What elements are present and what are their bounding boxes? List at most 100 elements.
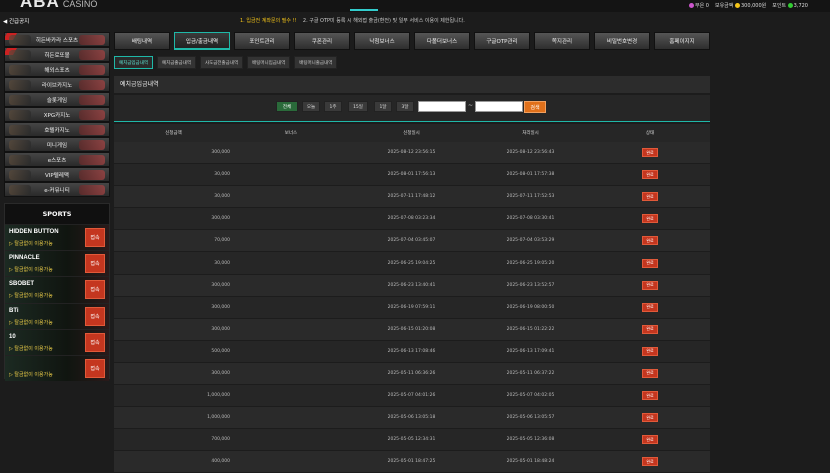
- tab-6[interactable]: 구글OTP관리: [474, 32, 530, 50]
- status-badge: 완료: [642, 302, 658, 312]
- cell-bonus: [233, 385, 352, 406]
- status-badge: 완료: [642, 280, 658, 290]
- tab-2[interactable]: 포인트관리: [234, 32, 290, 50]
- cell-bonus: [233, 275, 352, 296]
- table-row: 300,000 2025-06-15 01:20:08 2025-06-15 01:…: [114, 318, 710, 341]
- cell-process-time: 2025-05-01 18:48:24: [506, 459, 555, 465]
- col-status: 상태: [645, 131, 655, 136]
- filter-1week-button[interactable]: 1주: [324, 101, 342, 112]
- points[interactable]: 포인트 3,720: [772, 2, 808, 9]
- sidebar-item-0[interactable]: 히든바카라 스포츠: [4, 32, 110, 47]
- cell-request-time: 2025-05-07 04:01:26: [387, 393, 436, 399]
- filter-bar: 전체 오늘 1주 15일 1달 3달 ~ 검색: [114, 95, 710, 122]
- notice-bar: ◀ 긴급공지 1. 입금전 계좌문의 필수 !! 2. 구글 OTP미 등록 시…: [0, 15, 830, 28]
- cell-amount: 300,000: [211, 304, 230, 310]
- table-row: 300,000 2025-07-08 03:23:34 2025-07-08 03:…: [114, 208, 710, 231]
- sport-provider-row: PINNACLE ▷ 탈금없이 이용가능 접속: [5, 250, 109, 277]
- tab-0[interactable]: 배팅내역: [114, 32, 170, 50]
- sidebar-item-label: VIP텔레맥: [45, 172, 69, 179]
- tab-7[interactable]: 쪽지관리: [534, 32, 590, 50]
- sidebar-item-3[interactable]: 라이브카지노: [4, 77, 110, 92]
- sidebar-item-2[interactable]: 해외스포츠: [4, 62, 110, 77]
- subtab-3[interactable]: 배팅머니입금내역: [247, 56, 291, 69]
- cell-process-time: 2025-07-11 17:52:53: [506, 194, 555, 200]
- cell-amount: 30,000: [214, 172, 230, 178]
- sidebar-item-5[interactable]: XPG카지노: [4, 107, 110, 122]
- tab-1[interactable]: 입금/출금내역: [174, 32, 230, 50]
- status-badge: 완료: [642, 368, 658, 378]
- connect-button[interactable]: 접속: [85, 332, 105, 352]
- cell-process-time: 2025-05-06 13:05:57: [506, 415, 555, 421]
- filter-today-button[interactable]: 오늘: [302, 101, 320, 112]
- cell-process-time: 2025-05-05 12:36:08: [506, 437, 555, 443]
- provider-note: ▷ 탈금없이 이용가능: [9, 293, 53, 300]
- connect-button[interactable]: 접속: [85, 254, 105, 274]
- cell-request-time: 2025-06-23 13:40:41: [387, 282, 436, 288]
- sidebar-item-1[interactable]: 히든로또볼: [4, 47, 110, 62]
- cell-amount: 300,000: [211, 216, 230, 222]
- cell-status: 완료: [590, 363, 710, 384]
- table-row: 400,000 2025-05-01 18:47:25 2025-05-01 18:…: [114, 451, 710, 473]
- provider-note: ▷ 탈금없이 이용가능: [9, 345, 53, 352]
- balance[interactable]: 보유금액 300,000원: [715, 2, 766, 9]
- item-thumbnail-right: [79, 35, 105, 45]
- status-badge: 완료: [642, 258, 658, 268]
- cell-bonus: [233, 142, 352, 163]
- item-thumbnail-left: [9, 155, 31, 165]
- tab-4[interactable]: 낙첨보너스: [354, 32, 410, 50]
- filter-1month-button[interactable]: 1달: [374, 101, 392, 112]
- tab-9[interactable]: 홈페이지지: [654, 32, 710, 50]
- cell-status: 완료: [590, 385, 710, 406]
- tab-8[interactable]: 비밀번호변경: [594, 32, 650, 50]
- cell-status: 완료: [590, 451, 710, 472]
- sidebar-item-10[interactable]: e-커뮤니티: [4, 182, 110, 197]
- site-logo[interactable]: ABA CASINO: [20, 0, 97, 12]
- tab-5[interactable]: 다폴더보너스: [414, 32, 470, 50]
- cell-status: 완료: [590, 297, 710, 318]
- deposit-table-body: 300,000 2025-08-12 23:56:15 2025-08-12 23:…: [114, 142, 710, 473]
- cell-status: 완료: [590, 252, 710, 273]
- start-date-input[interactable]: [418, 101, 466, 112]
- table-row: 700,000 2025-05-05 12:34:31 2025-05-05 12:…: [114, 429, 710, 452]
- item-thumbnail-right: [79, 155, 105, 165]
- subtab-4[interactable]: 배팅머니출금내역: [294, 56, 338, 69]
- tab-3[interactable]: 쿠폰관리: [294, 32, 350, 50]
- col-request-time: 신청일시: [403, 131, 420, 136]
- cell-bonus: [233, 341, 352, 362]
- sidebar-item-9[interactable]: VIP텔레맥: [4, 167, 110, 182]
- item-thumbnail-left: [9, 170, 31, 180]
- cell-process-time: 2025-06-15 01:22:22: [506, 326, 555, 332]
- subtab-2[interactable]: 사도금전출금내역: [199, 56, 244, 69]
- end-date-input[interactable]: [475, 101, 523, 112]
- status-badge: 완료: [642, 391, 658, 401]
- cell-amount: 300,000: [211, 150, 230, 156]
- sidebar-item-7[interactable]: 미니게임: [4, 137, 110, 152]
- sport-provider-row: HIDDEN BUTTON ▷ 탈금없이 이용가능 접속: [5, 224, 109, 251]
- search-button[interactable]: 검색: [524, 101, 546, 113]
- sub-tabs: 예치금입금내역 예치금출금내역 사도금전출금내역 배팅머니입금내역 배팅머니출금내역: [114, 56, 338, 69]
- cell-amount: 30,000: [214, 260, 230, 266]
- sidebar-item-8[interactable]: e스포츠: [4, 152, 110, 167]
- sidebar-item-label: 라이브카지노: [41, 82, 73, 89]
- connect-button[interactable]: 접속: [85, 358, 105, 378]
- filter-15days-button[interactable]: 15일: [348, 101, 368, 112]
- filter-all-button[interactable]: 전체: [276, 101, 298, 112]
- sidebar-item-6[interactable]: 호텔카지노: [4, 122, 110, 137]
- filter-3months-button[interactable]: 3달: [396, 101, 414, 112]
- cell-bonus: [233, 407, 352, 428]
- subtab-0[interactable]: 예치금입금내역: [114, 56, 153, 69]
- cell-bonus: [233, 230, 352, 251]
- table-row: 70,000 2025-07-04 03:45:07 2025-07-04 03:5…: [114, 230, 710, 253]
- game-sidebar: 히든바카라 스포츠 히든로또볼 해외스포츠라이브카지노슬롯게임 XPG카지노 호텔카지노…: [4, 32, 110, 198]
- cell-request-time: 2025-07-08 03:23:34: [387, 216, 436, 222]
- connect-button[interactable]: 접속: [85, 280, 105, 300]
- provider-note: ▷ 탈금없이 이용가능: [9, 371, 53, 378]
- connect-button[interactable]: 접속: [85, 306, 105, 326]
- cell-request-time: 2025-05-05 12:34:31: [387, 437, 436, 443]
- cell-process-time: 2025-05-07 04:02:05: [506, 393, 555, 399]
- subtab-1[interactable]: 예치금출금내역: [156, 56, 196, 69]
- status-badge: 완료: [642, 170, 658, 180]
- sidebar-item-4[interactable]: 슬롯게임: [4, 92, 110, 107]
- connect-button[interactable]: 접속: [85, 228, 105, 247]
- item-thumbnail-right: [79, 50, 105, 60]
